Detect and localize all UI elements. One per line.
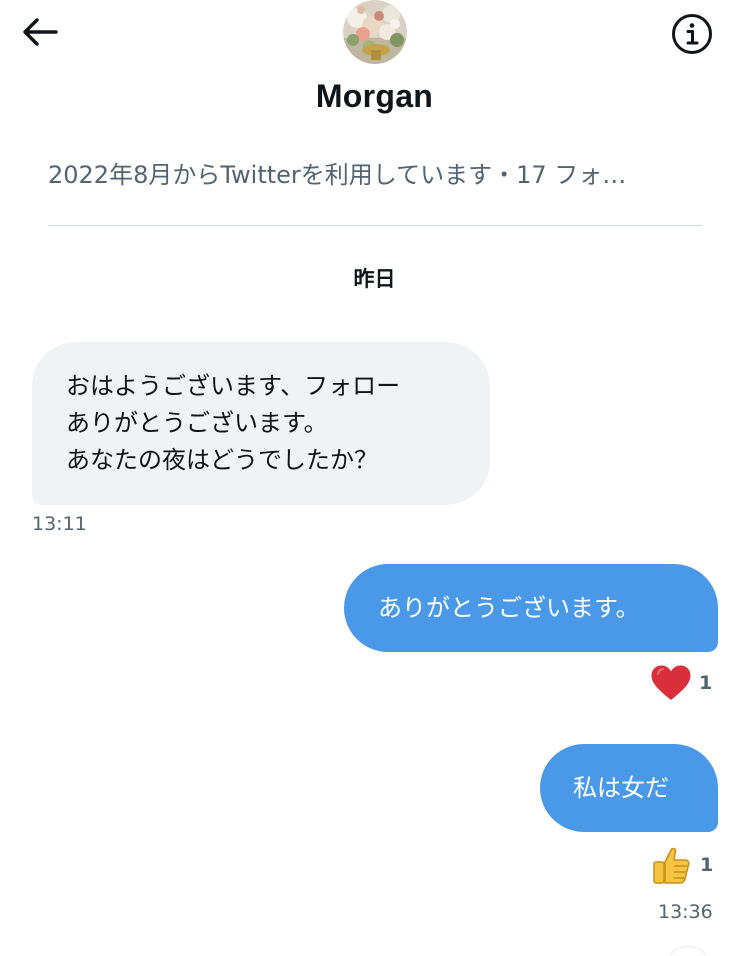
message-timestamp: 13:36 <box>658 901 713 923</box>
outgoing-message-bubble[interactable]: 私は女だ <box>540 744 718 832</box>
dm-conversation-screen: Morgan 2022年8月からTwitterを利用しています・17 フォ… 昨… <box>0 0 749 956</box>
floral-photo-avatar <box>343 0 407 64</box>
reaction-count: 1 <box>700 854 714 876</box>
back-button[interactable] <box>18 12 62 52</box>
profile-display-name[interactable]: Morgan <box>0 76 749 116</box>
info-button[interactable] <box>668 10 716 58</box>
red-heart-icon <box>651 665 691 700</box>
arrow-left-icon <box>23 18 58 46</box>
message-text-line: おはようございます、フォロー <box>66 372 401 400</box>
message-text: 私は女だ <box>573 774 669 802</box>
info-circle-icon <box>672 14 712 54</box>
reaction-count: 1 <box>699 672 713 694</box>
avatar[interactable] <box>343 0 407 64</box>
thumbs-up-reaction[interactable]: 1 <box>651 844 713 886</box>
scroll-to-bottom-button[interactable] <box>664 946 712 956</box>
thumbs-up-icon <box>653 847 690 884</box>
message-text-line: ありがとうございます。 <box>66 409 328 437</box>
incoming-message-bubble[interactable]: おはようございます、フォロー ありがとうございます。 あなたの夜はどうでしたか？ <box>32 342 490 505</box>
message-text-line: あなたの夜はどうでしたか？ <box>66 446 378 474</box>
message-timestamp: 13:11 <box>32 513 87 535</box>
profile-join-info[interactable]: 2022年8月からTwitterを利用しています・17 フォ… <box>48 157 698 193</box>
heart-reaction[interactable]: 1 <box>650 664 712 702</box>
date-separator: 昨日 <box>353 267 396 291</box>
outgoing-message-bubble[interactable]: ありがとうございます。 <box>344 564 718 652</box>
message-text: ありがとうございます。 <box>378 594 640 622</box>
divider <box>48 225 702 226</box>
